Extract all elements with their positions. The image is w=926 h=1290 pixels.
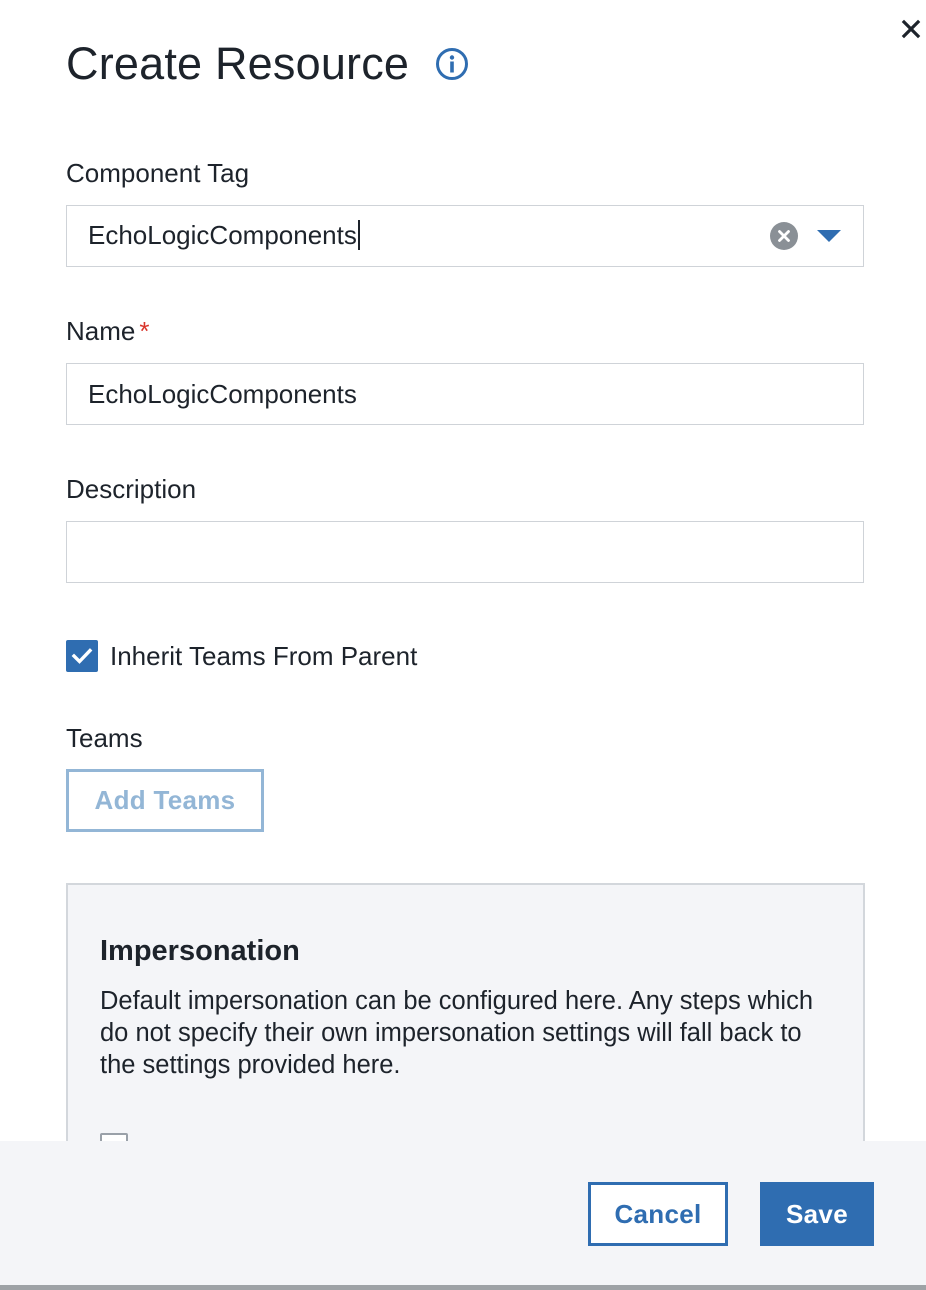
component-tag-label: Component Tag bbox=[66, 158, 250, 188]
description-label: Description bbox=[66, 474, 197, 504]
text-caret bbox=[357, 220, 360, 251]
create-resource-dialog: Create Resource Component Tag EchoLogicC… bbox=[0, 0, 926, 1290]
component-tag-input[interactable]: EchoLogicComponents bbox=[67, 220, 769, 252]
required-asterisk: * bbox=[139, 316, 150, 346]
name-label: Name * bbox=[66, 316, 149, 347]
info-icon[interactable] bbox=[435, 47, 469, 81]
footer-divider bbox=[0, 1285, 926, 1290]
add-teams-button[interactable]: Add Teams bbox=[66, 769, 264, 832]
checkmark-icon bbox=[71, 648, 93, 664]
inherit-teams-option[interactable]: Inherit Teams From Parent bbox=[66, 640, 417, 672]
name-label-text: Name bbox=[66, 316, 136, 346]
inherit-teams-checkbox[interactable] bbox=[66, 640, 98, 672]
name-field[interactable]: EchoLogicComponents bbox=[66, 363, 864, 425]
component-tag-value: EchoLogicComponents bbox=[88, 219, 357, 250]
close-icon bbox=[901, 19, 921, 39]
inherit-teams-label: Inherit Teams From Parent bbox=[110, 640, 418, 671]
save-button[interactable]: Save bbox=[760, 1182, 874, 1246]
name-input-value: EchoLogicComponents bbox=[88, 378, 357, 409]
impersonation-description: Default impersonation can be configured … bbox=[100, 987, 814, 1079]
close-button[interactable] bbox=[894, 12, 926, 46]
cancel-button[interactable]: Cancel bbox=[588, 1182, 728, 1246]
dialog-title: Create Resource bbox=[66, 38, 410, 89]
description-field[interactable] bbox=[66, 521, 864, 583]
caret-down-icon[interactable] bbox=[815, 222, 843, 250]
dialog-header: Create Resource bbox=[66, 38, 469, 90]
component-tag-combobox[interactable]: EchoLogicComponents bbox=[66, 205, 864, 267]
teams-label: Teams bbox=[66, 723, 143, 753]
impersonation-title: Impersonation bbox=[100, 935, 300, 967]
impersonation-panel: Impersonation Default impersonation can … bbox=[66, 883, 865, 1183]
clear-circle-icon[interactable] bbox=[769, 221, 799, 251]
